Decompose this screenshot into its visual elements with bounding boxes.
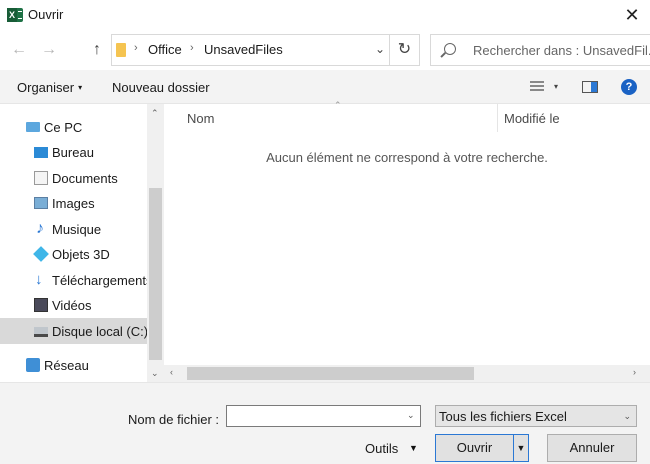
preview-pane-icon[interactable] bbox=[582, 81, 598, 93]
column-header-nom[interactable]: Nom bbox=[187, 111, 214, 126]
column-header-modifie-le[interactable]: Modifié le bbox=[504, 111, 560, 126]
nav-item-label: Musique bbox=[52, 222, 102, 237]
videos-icon bbox=[34, 298, 48, 312]
address-row: ← → ↑ › Office › UnsavedFiles ⌄ ↻ Recher… bbox=[0, 30, 650, 70]
scroll-right-icon[interactable]: › bbox=[633, 367, 636, 377]
organize-button[interactable]: Organiser ▾ bbox=[17, 80, 82, 95]
nav-item-objets-3d[interactable]: Objets 3D bbox=[0, 241, 147, 267]
nav-scrollbar[interactable]: ⌃ ⌄ bbox=[147, 104, 164, 382]
breadcrumb-unsavedfiles[interactable]: UnsavedFiles bbox=[204, 42, 283, 57]
dialog-footer: Nom de fichier : ⌄ Tous les fichiers Exc… bbox=[0, 382, 650, 464]
filename-label: Nom de fichier : bbox=[128, 412, 220, 427]
window-title: Ouvrir bbox=[28, 7, 64, 22]
back-button[interactable]: ← bbox=[10, 40, 28, 60]
3d-objects-icon bbox=[33, 246, 49, 262]
computer-icon bbox=[26, 122, 40, 132]
filetype-label: Tous les fichiers Excel bbox=[439, 409, 567, 424]
search-placeholder: Rechercher dans : UnsavedFil... bbox=[473, 43, 650, 58]
desktop-icon bbox=[34, 147, 48, 158]
scroll-up-icon[interactable]: ⌃ bbox=[151, 108, 159, 119]
cancel-button[interactable]: Annuler bbox=[547, 434, 637, 462]
scroll-down-icon[interactable]: ⌄ bbox=[151, 368, 159, 379]
horizontal-scrollbar-thumb[interactable] bbox=[187, 367, 474, 380]
downloads-icon: ↓ bbox=[35, 271, 43, 288]
organize-label: Organiser bbox=[17, 80, 75, 95]
title-bar: X Ouvrir ✕ bbox=[0, 0, 650, 30]
nav-item-disque-local[interactable]: Disque local (C:) bbox=[0, 318, 149, 344]
address-bar[interactable]: › Office › UnsavedFiles ⌄ bbox=[111, 34, 390, 66]
nav-item-label: Documents bbox=[52, 171, 118, 186]
nav-item-reseau[interactable]: Réseau bbox=[0, 352, 147, 378]
music-icon: ♪ bbox=[36, 220, 44, 237]
nav-item-videos[interactable]: Vidéos bbox=[0, 292, 147, 318]
open-dropdown-button[interactable]: ▼ bbox=[514, 434, 529, 462]
empty-message: Aucun élément ne correspond à votre rech… bbox=[266, 150, 548, 165]
new-folder-button[interactable]: Nouveau dossier bbox=[112, 80, 210, 95]
nav-item-label: Bureau bbox=[52, 145, 94, 160]
scroll-left-icon[interactable]: ‹ bbox=[170, 367, 173, 377]
tools-button[interactable]: Outils bbox=[365, 441, 398, 456]
excel-icon: X bbox=[7, 8, 23, 22]
nav-item-label: Vidéos bbox=[52, 298, 92, 313]
folder-icon bbox=[116, 43, 126, 57]
nav-item-musique[interactable]: ♪ Musique bbox=[0, 216, 147, 242]
caret-down-icon[interactable]: ▼ bbox=[409, 443, 418, 453]
column-divider[interactable] bbox=[497, 104, 498, 132]
chevron-down-icon[interactable]: ⌄ bbox=[375, 42, 385, 56]
caret-down-icon: ▾ bbox=[78, 83, 83, 92]
filename-input[interactable] bbox=[226, 405, 421, 427]
documents-icon bbox=[34, 171, 48, 185]
refresh-button[interactable]: ↻ bbox=[390, 34, 420, 66]
sort-ascending-icon: ⌃ bbox=[334, 100, 342, 110]
network-icon bbox=[26, 358, 40, 372]
search-icon bbox=[444, 43, 456, 55]
nav-item-ce-pc[interactable]: Ce PC bbox=[0, 114, 147, 140]
nav-item-label: Images bbox=[52, 196, 95, 211]
command-bar: Organiser ▾ Nouveau dossier ▾ ? bbox=[0, 70, 650, 104]
chevron-right-icon: › bbox=[134, 42, 138, 54]
up-button[interactable]: ↑ bbox=[88, 40, 106, 60]
navigation-pane: Ce PC Bureau Documents Images ♪ Musique … bbox=[0, 104, 164, 382]
search-input[interactable]: Rechercher dans : UnsavedFil... bbox=[430, 34, 650, 66]
nav-item-label: Réseau bbox=[44, 358, 89, 373]
close-button[interactable]: ✕ bbox=[620, 3, 644, 27]
pictures-icon bbox=[34, 197, 48, 209]
chevron-down-icon[interactable]: ⌄ bbox=[407, 410, 415, 421]
nav-scrollbar-thumb[interactable] bbox=[149, 188, 162, 360]
nav-item-documents[interactable]: Documents bbox=[0, 165, 147, 191]
nav-item-label: Disque local (C:) bbox=[52, 324, 149, 339]
nav-item-label: Ce PC bbox=[44, 120, 83, 135]
nav-item-telechargements[interactable]: ↓ Téléchargements bbox=[0, 267, 152, 293]
chevron-right-icon: › bbox=[190, 42, 194, 54]
chevron-down-icon: ⌄ bbox=[623, 411, 631, 421]
nav-item-label: Téléchargements bbox=[52, 273, 153, 288]
local-disk-icon bbox=[34, 327, 48, 337]
open-button[interactable]: Ouvrir bbox=[435, 434, 514, 462]
view-options-icon[interactable] bbox=[530, 81, 544, 93]
caret-down-icon[interactable]: ▾ bbox=[554, 82, 558, 91]
help-icon[interactable]: ? bbox=[621, 79, 637, 95]
nav-item-bureau[interactable]: Bureau bbox=[0, 139, 147, 165]
filetype-select[interactable]: Tous les fichiers Excel ⌄ bbox=[435, 405, 637, 427]
breadcrumb-office[interactable]: Office bbox=[148, 42, 182, 57]
forward-button[interactable]: → bbox=[40, 40, 58, 60]
horizontal-scrollbar[interactable]: ‹ › bbox=[164, 365, 650, 382]
nav-item-images[interactable]: Images bbox=[0, 190, 147, 216]
file-list: ⌃ Nom Modifié le Aucun élément ne corres… bbox=[164, 100, 650, 382]
nav-item-label: Objets 3D bbox=[52, 247, 110, 262]
